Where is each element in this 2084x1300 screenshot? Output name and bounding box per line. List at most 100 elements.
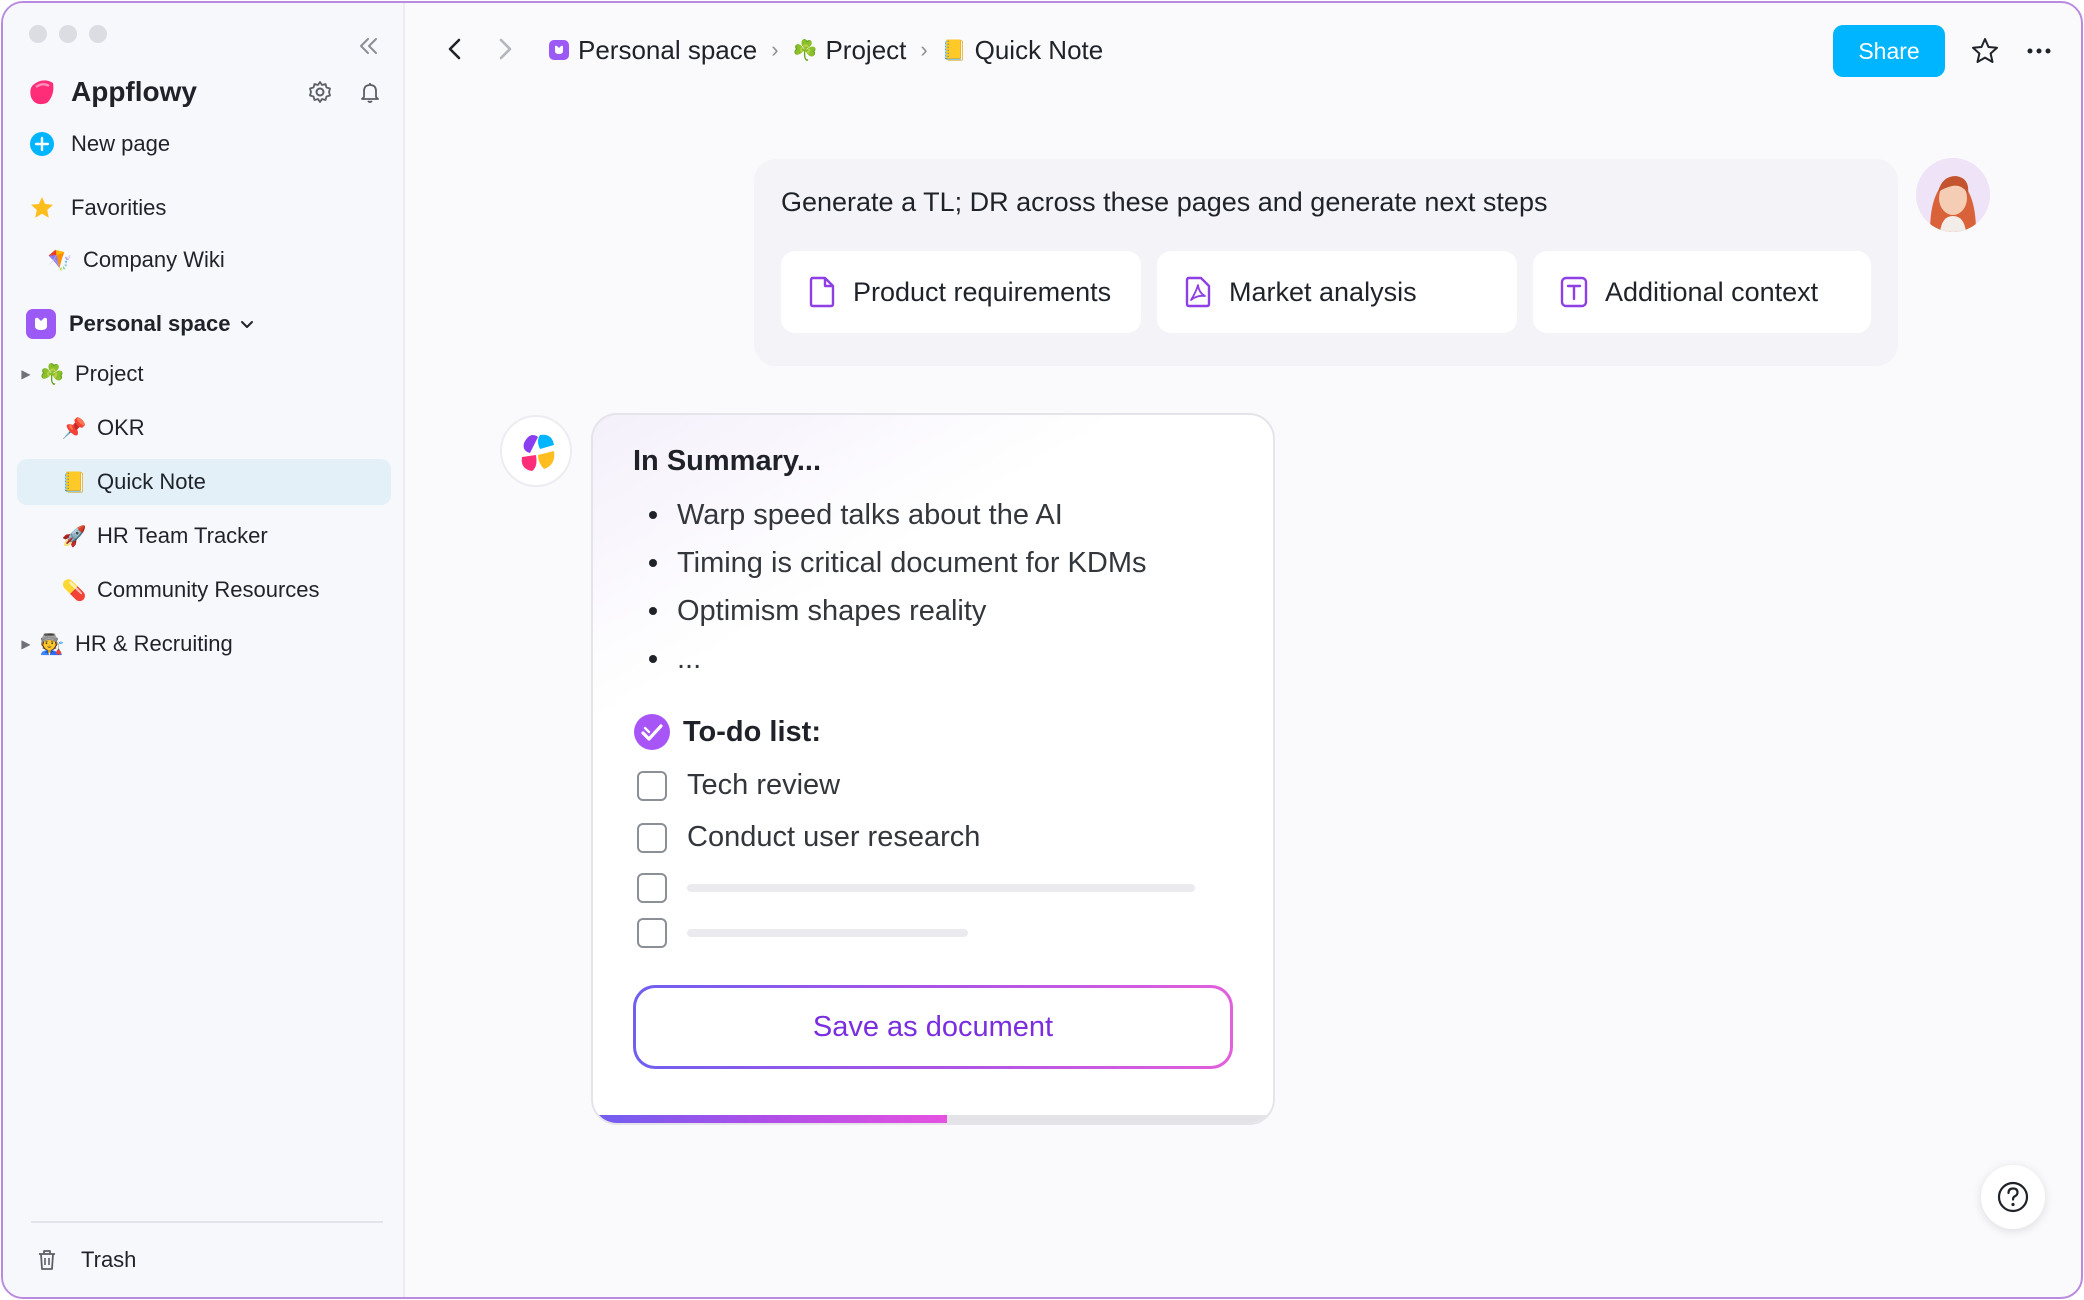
sidebar-item-label: HR & Recruiting	[75, 631, 233, 656]
space-icon	[26, 309, 56, 339]
user-prompt-bubble: Generate a TL; DR across these pages and…	[754, 159, 1898, 366]
summary-bullet: Timing is critical document for KDMs	[633, 539, 1146, 587]
trash-icon	[39, 1250, 55, 1270]
prompt-text: Generate a TL; DR across these pages and…	[781, 187, 1548, 217]
sidebar-item-community-resources[interactable]: 💊 Community Resources	[17, 567, 391, 613]
page-emoji-icon: 📒	[941, 39, 967, 62]
trash-label: Trash	[81, 1247, 137, 1272]
sidebar-item-okr[interactable]: 📌 OKR	[17, 405, 391, 451]
summary-bullet-list: Warp speed talks about the AI Timing is …	[633, 491, 1146, 683]
todo-list-header: To-do list:	[633, 713, 821, 751]
page-emoji-icon: 🧑‍🏭	[39, 633, 65, 656]
generation-progress-bar	[593, 1115, 1273, 1123]
sidebar-item-hr-recruiting[interactable]: ▶ 🧑‍🏭 HR & Recruiting	[17, 621, 391, 667]
todo-checkbox[interactable]	[637, 918, 667, 948]
page-emoji-icon: 🚀	[61, 525, 87, 548]
loading-placeholder-bar	[687, 929, 968, 937]
appflowy-ai-logo-icon	[521, 434, 555, 471]
loading-placeholder-bar	[687, 884, 1195, 892]
favorites-section-header[interactable]: Favorities	[17, 185, 391, 231]
settings-gear-icon[interactable]	[307, 79, 333, 105]
favorites-label: Favorities	[71, 195, 167, 220]
checklist-badge-icon	[634, 714, 670, 750]
forward-arrow-icon[interactable]	[490, 35, 518, 63]
sidebar-item-hr-team-tracker[interactable]: 🚀 HR Team Tracker	[17, 513, 391, 559]
attachment-chip-product-requirements[interactable]: Product requirements	[781, 251, 1141, 333]
help-button[interactable]	[1981, 1165, 2045, 1229]
todo-checkbox[interactable]	[637, 770, 667, 801]
page-emoji-icon: 💊	[61, 579, 87, 602]
summary-bullet: ...	[633, 635, 1146, 683]
todo-item-placeholder	[637, 873, 1195, 903]
generation-progress-fill	[593, 1115, 947, 1123]
minimize-window-button[interactable]	[59, 25, 77, 43]
chevron-down-icon	[241, 321, 254, 328]
page-emoji-icon: 📌	[61, 417, 87, 440]
save-as-document-label: Save as document	[636, 988, 1230, 1066]
attachment-label: Additional context	[1605, 276, 1819, 307]
ai-response-card: In Summary... Warp speed talks about the…	[591, 413, 1275, 1125]
sidebar-divider	[31, 1221, 383, 1223]
breadcrumb-separator: ›	[771, 37, 779, 62]
space-switcher[interactable]: Personal space	[17, 301, 391, 347]
todo-item-placeholder	[637, 918, 968, 948]
new-page-button[interactable]: New page	[17, 121, 391, 167]
favorite-item-company-wiki[interactable]: 🪁 Company Wiki	[17, 237, 391, 283]
document-icon	[809, 276, 835, 308]
todo-list-title: To-do list:	[683, 715, 821, 748]
expand-caret-icon[interactable]: ▶	[17, 367, 35, 381]
text-file-icon	[1560, 276, 1588, 308]
collapse-sidebar-icon[interactable]	[355, 33, 381, 59]
ai-assistant-avatar	[500, 415, 572, 487]
share-button[interactable]: Share	[1833, 25, 1945, 77]
sidebar-item-label: Project	[75, 361, 144, 386]
page-emoji-icon: 🪁	[47, 249, 73, 272]
sidebar-item-quick-note[interactable]: 📒 Quick Note	[17, 459, 391, 505]
maximize-window-button[interactable]	[89, 25, 107, 43]
save-as-document-button[interactable]: Save as document	[633, 985, 1233, 1069]
user-avatar[interactable]	[1916, 158, 1990, 232]
todo-label: Conduct user research	[687, 821, 981, 853]
breadcrumb-item-project[interactable]: ☘️ Project	[793, 35, 907, 66]
breadcrumb: Personal space › ☘️ Project › 📒 Quick No…	[548, 33, 1103, 67]
user-portrait-icon	[1916, 158, 1990, 232]
attachment-label: Market analysis	[1229, 276, 1417, 307]
favorite-star-icon[interactable]	[1969, 35, 2001, 67]
app-window: Appflowy New page Favorities 🪁 Company W…	[1, 1, 2083, 1299]
close-window-button[interactable]	[29, 25, 47, 43]
favorite-item-label: Company Wiki	[83, 247, 225, 272]
sidebar-item-label: OKR	[97, 415, 145, 440]
sidebar: Appflowy New page Favorities 🪁 Company W…	[3, 3, 405, 1297]
app-name: Appflowy	[71, 76, 197, 107]
attachment-label: Product requirements	[853, 276, 1112, 307]
todo-checkbox[interactable]	[637, 873, 667, 903]
todo-label: Tech review	[687, 769, 841, 801]
attachment-chip-additional-context[interactable]: Additional context	[1533, 251, 1871, 333]
appflowy-logo-icon	[30, 80, 54, 105]
summary-bullet: Warp speed talks about the AI	[633, 491, 1146, 539]
expand-caret-icon[interactable]: ▶	[17, 637, 35, 651]
todo-checkbox[interactable]	[637, 822, 667, 853]
back-arrow-icon[interactable]	[442, 35, 470, 63]
breadcrumb-label: Project	[825, 34, 907, 65]
workspace-header[interactable]: Appflowy	[27, 75, 197, 109]
space-name: Personal space	[69, 311, 231, 336]
page-emoji-icon: ☘️	[792, 39, 818, 62]
breadcrumb-item-personal-space[interactable]: Personal space	[548, 35, 757, 66]
breadcrumb-item-quick-note[interactable]: 📒 Quick Note	[942, 35, 1104, 66]
trash-button[interactable]: Trash	[17, 1237, 391, 1283]
star-filled-icon	[31, 197, 53, 218]
summary-bullet: Optimism shapes reality	[633, 587, 1146, 635]
question-mark-icon	[1997, 1181, 2029, 1213]
breadcrumb-separator: ›	[920, 37, 928, 62]
notification-bell-icon[interactable]	[357, 79, 383, 105]
breadcrumb-label: Quick Note	[974, 34, 1104, 65]
space-icon	[549, 40, 569, 60]
attachment-chip-market-analysis[interactable]: Market analysis	[1157, 251, 1517, 333]
sidebar-item-label: Quick Note	[97, 469, 206, 494]
window-controls	[29, 25, 107, 43]
more-options-icon[interactable]	[2023, 35, 2055, 67]
summary-title: In Summary...	[633, 445, 822, 477]
todo-item: Conduct user research	[637, 821, 980, 854]
sidebar-item-project[interactable]: ▶ ☘️ Project	[17, 351, 391, 397]
